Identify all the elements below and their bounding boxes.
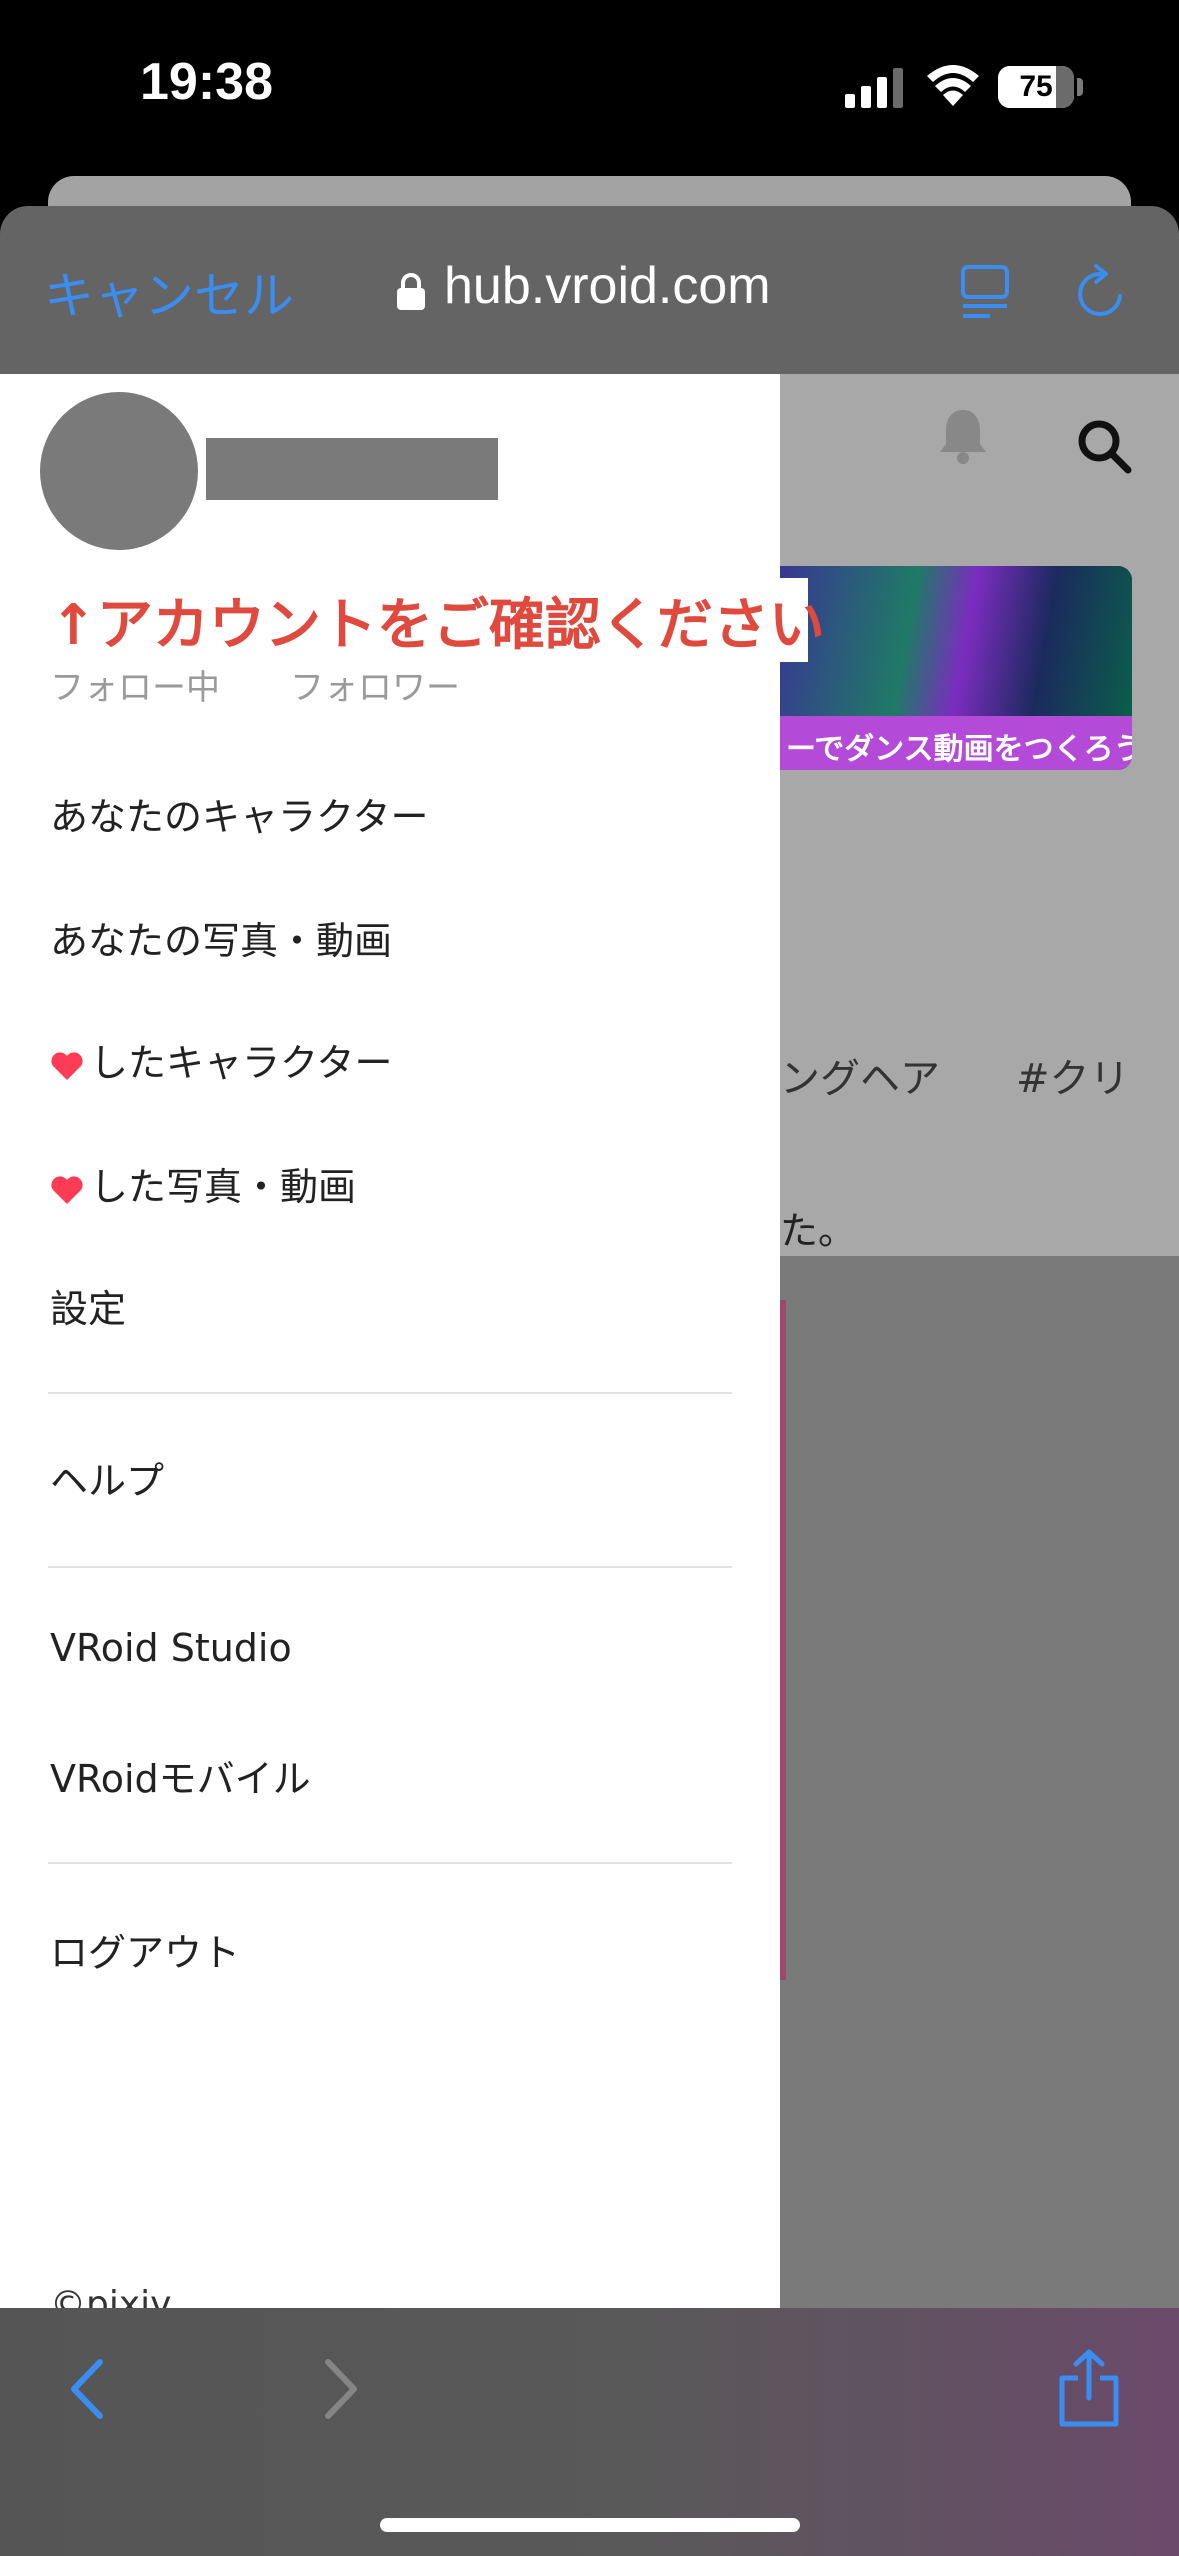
signal-icon	[845, 68, 903, 108]
search-icon	[1078, 420, 1132, 474]
menu-item-logout[interactable]: ログアウト	[50, 1922, 240, 1977]
url-label: hub.vroid.com	[444, 257, 771, 315]
copyright-text: ©pixiv	[50, 2284, 172, 2308]
forward-icon[interactable]	[322, 2356, 362, 2422]
share-icon[interactable]	[1056, 2348, 1122, 2428]
reader-icon[interactable]	[960, 264, 1010, 320]
battery-icon: 75	[998, 66, 1074, 108]
avatar[interactable]	[40, 392, 198, 550]
divider	[48, 1392, 732, 1394]
tag-item: #クリ	[1016, 1056, 1130, 1102]
lock-icon	[397, 273, 425, 310]
status-time: 19:38	[140, 53, 273, 111]
menu-item-liked-characters[interactable]: したキャラクター	[50, 1032, 392, 1087]
page-text: た。	[780, 1209, 857, 1253]
account-notice: ↑アカウントをご確認ください	[50, 593, 825, 658]
tag-item: ングヘア	[780, 1056, 940, 1102]
wifi-icon	[927, 65, 979, 106]
menu-item-help[interactable]: ヘルプ	[50, 1450, 164, 1505]
menu-item-label: した写真・動画	[90, 1165, 357, 1209]
home-indicator	[380, 2518, 800, 2532]
menu-item-vroid-studio[interactable]: VRoid Studio	[50, 1626, 292, 1670]
reload-icon[interactable]	[1074, 264, 1126, 320]
content-image-edge	[780, 1300, 786, 1980]
menu-item-liked-photos[interactable]: した写真・動画	[50, 1156, 356, 1211]
menu-item-settings[interactable]: 設定	[50, 1278, 126, 1333]
username-redacted	[206, 438, 498, 500]
cancel-button[interactable]: キャンセル	[44, 256, 294, 328]
battery-percent: 75	[1019, 70, 1053, 103]
heart-icon	[51, 1175, 83, 1204]
menu-item-your-characters[interactable]: あなたのキャラクター	[50, 786, 428, 841]
background-content	[780, 1256, 1179, 2308]
divider	[48, 1862, 732, 1864]
followers-label[interactable]: フォロワー	[290, 660, 460, 709]
menu-item-label: したキャラクター	[90, 1041, 393, 1085]
menu-item-vroid-mobile[interactable]: VRoidモバイル	[50, 1748, 311, 1803]
banner-caption: ーでダンス動画をつくろう！	[786, 732, 1132, 767]
battery-cap	[1077, 78, 1083, 96]
heart-icon	[51, 1051, 83, 1080]
back-icon[interactable]	[66, 2356, 106, 2422]
bell-icon	[940, 410, 986, 464]
following-label[interactable]: フォロー中	[50, 660, 220, 709]
divider	[48, 1566, 732, 1568]
side-drawer: フォロー中 フォロワー あなたのキャラクター あなたの写真・動画 したキャラクタ…	[0, 374, 780, 2308]
menu-item-your-photos[interactable]: あなたの写真・動画	[50, 910, 392, 965]
